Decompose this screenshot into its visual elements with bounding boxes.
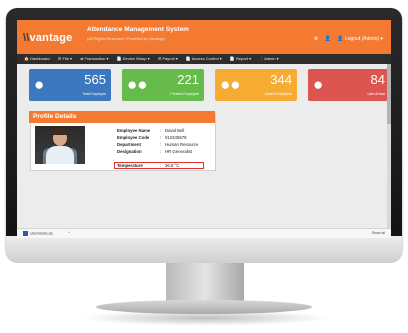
header-actions: ⚙ 👤 👤 Logout (Admin) ▾: [309, 36, 383, 42]
profile-fields: Employee Name: David Bell Employee Code:0…: [117, 127, 198, 155]
settings-icon[interactable]: ⚙: [314, 36, 318, 42]
field-label: Employee Name: [117, 128, 151, 133]
download-filename: Userdetails.zip: [30, 231, 53, 236]
app-title: Attendance Management System: [87, 26, 189, 33]
vantage-logo[interactable]: \\vantage: [23, 32, 73, 44]
stat-card-present-employee[interactable]: ●● 221 Present Employee: [122, 69, 204, 101]
user-icon[interactable]: 👤: [325, 36, 331, 42]
stat-value: 565: [84, 72, 106, 87]
photo-hair: [52, 128, 68, 135]
stat-card-late-arrival[interactable]: ● 84 Late Arrival: [308, 69, 390, 101]
stat-value: 221: [177, 72, 199, 87]
photo-shirt: [46, 146, 74, 164]
user-icon: ●: [34, 75, 45, 94]
group-icon: ●●: [220, 75, 241, 94]
screen: \\vantage Attendance Management System (…: [17, 20, 391, 238]
stat-value: 344: [270, 72, 292, 87]
user-icon: ●: [313, 75, 324, 94]
field-label: Temperature: [117, 163, 143, 168]
app-subtitle: (All Rights Reserved | Powered by Vantag…: [87, 36, 165, 41]
field-designation: Designation: HR Generalist: [117, 148, 198, 155]
download-item[interactable]: Userdetails.zip ^: [23, 231, 70, 236]
field-label: Department: [117, 142, 141, 147]
logo-text: vantage: [29, 32, 73, 44]
field-value: HR Generalist: [165, 149, 192, 154]
nav-item-access-control[interactable]: 📄 Access Control ▾: [186, 56, 222, 61]
nav-item-payroll[interactable]: ☰ Payroll ▾: [158, 56, 178, 61]
nav-item-file[interactable]: ☰ File ▾: [58, 56, 72, 61]
profile-details-panel: Profile Details Employee Name: David Bell…: [29, 111, 216, 171]
main-nav: 🏠 Dashboard ☰ File ▾ ⇄ Transaction ▾ 📄 D…: [17, 54, 391, 64]
employee-photo: [35, 126, 85, 164]
field-label: Employee Code: [117, 135, 150, 140]
stat-card-absent-employee[interactable]: ●● 344 Absent Employee: [215, 69, 297, 101]
field-label: Designation: [117, 149, 142, 154]
nav-item-dashboard[interactable]: 🏠 Dashboard: [24, 56, 50, 61]
nav-item-admin[interactable]: ⋮ Admin ▾: [259, 56, 278, 61]
show-all-button[interactable]: Show all: [372, 231, 385, 235]
field-temperature: Temperature:36.8 °C: [114, 162, 204, 169]
field-value: David Bell: [165, 128, 185, 133]
nav-item-transaction[interactable]: ⇄ Transaction ▾: [80, 56, 108, 61]
field-value: Human Resource: [165, 142, 199, 147]
temperature-value: 36.8 °C: [165, 163, 180, 168]
app-header: \\vantage Attendance Management System (…: [17, 20, 391, 54]
nav-item-device-setup[interactable]: 📄 Device Setup ▾: [117, 56, 150, 61]
download-menu-chevron[interactable]: ^: [68, 231, 70, 235]
stat-card-total-employee[interactable]: ● 565 Total Employee: [29, 69, 111, 101]
stat-label: Present Employee: [170, 92, 199, 96]
panel-title: Profile Details: [29, 111, 215, 123]
nav-item-report[interactable]: 📄 Report ▾: [230, 56, 251, 61]
file-icon: [23, 231, 28, 236]
scrollbar-thumb[interactable]: [387, 64, 391, 124]
field-employee-name: Employee Name: David Bell: [117, 127, 198, 134]
field-value: 012345678: [165, 135, 187, 140]
group-icon: ●●: [127, 75, 148, 94]
vertical-scrollbar[interactable]: [387, 64, 391, 228]
download-bar: Userdetails.zip ^ Show all: [17, 228, 391, 238]
stat-value: 84: [370, 72, 385, 87]
field-employee-code: Employee Code:012345678: [117, 134, 198, 141]
monitor-stand-foot: [96, 300, 312, 314]
field-department: Department: Human Resource: [117, 141, 198, 148]
stat-label: Total Employee: [82, 92, 106, 96]
logout-link[interactable]: 👤 Logout (Admin) ▾: [337, 36, 383, 42]
stat-label: Late Arrival: [367, 92, 385, 96]
monitor-stand-neck: [166, 263, 244, 303]
monitor-chin: [6, 236, 402, 263]
stat-label: Absent Employee: [264, 92, 292, 96]
